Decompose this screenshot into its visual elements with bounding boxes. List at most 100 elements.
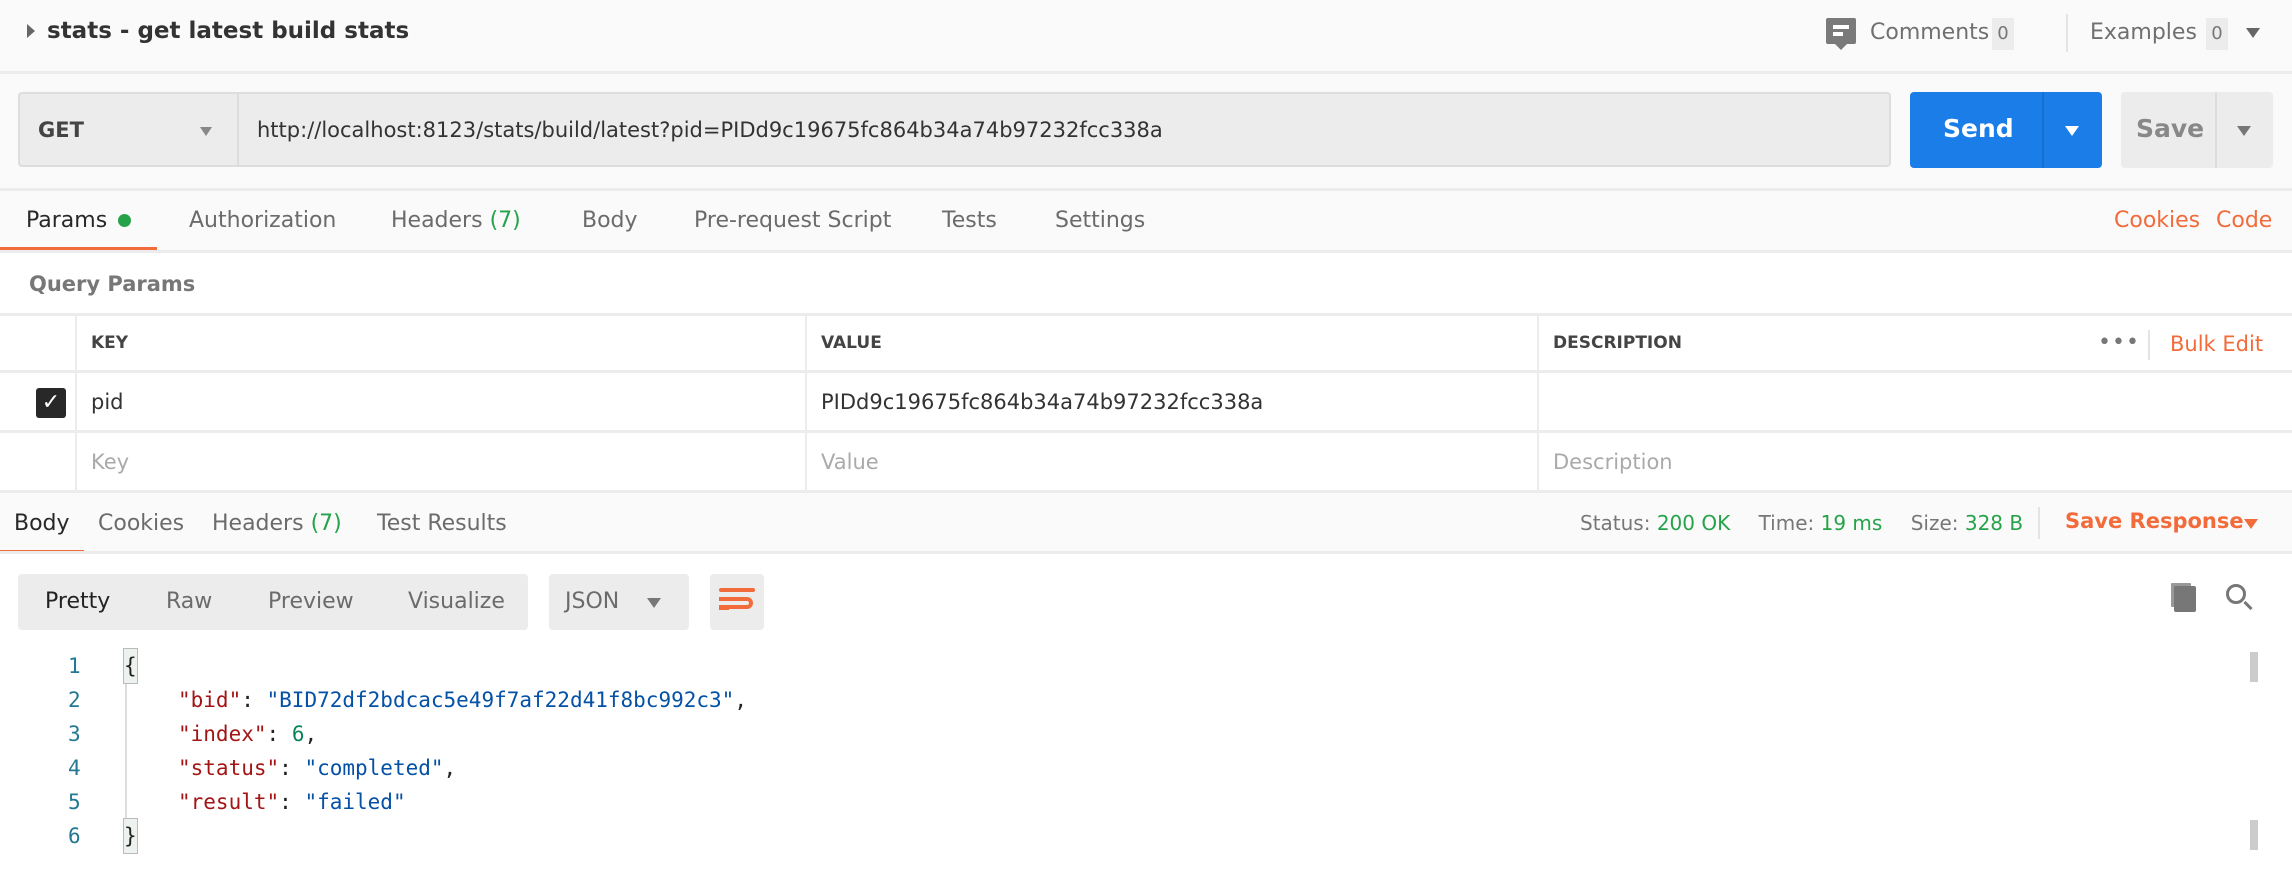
save-response-button[interactable]: Save Response — [2065, 509, 2244, 533]
wrap-lines-button[interactable] — [710, 574, 764, 630]
response-body: Pretty Raw Preview Visualize JSON 1 2 3 … — [0, 554, 2292, 886]
comments-count: 0 — [1992, 18, 2014, 50]
divider — [2042, 92, 2044, 168]
param-checkbox[interactable]: ✓ — [36, 388, 66, 418]
tab-body[interactable]: Body — [582, 190, 638, 252]
send-button[interactable]: Send — [1910, 92, 2102, 168]
save-button[interactable]: Save — [2121, 92, 2273, 168]
examples-count: 0 — [2206, 18, 2228, 50]
comments-button[interactable]: Comments — [1870, 20, 1989, 45]
tab-label: Body — [14, 511, 70, 536]
param-description[interactable] — [1537, 373, 2292, 430]
view-preview[interactable]: Preview — [268, 574, 354, 630]
request-tabs: Params Authorization Headers (7) Body Pr… — [0, 190, 2292, 252]
tab-settings[interactable]: Settings — [1055, 190, 1145, 252]
tab-response-headers[interactable]: Headers (7) — [212, 493, 342, 555]
code-line-index: "index": 6, — [178, 722, 318, 746]
code-line-bid: "bid": "BID72df2bdcac5e49f7af22d41f8bc99… — [178, 688, 747, 712]
line-number: 6 — [68, 824, 81, 848]
time-label: Time: — [1758, 511, 1815, 535]
divider — [2148, 330, 2150, 360]
tab-label: Headers — [391, 208, 483, 233]
tab-label: Params — [26, 208, 108, 233]
param-key[interactable]: pid — [91, 390, 124, 414]
column-key: KEY — [91, 333, 129, 353]
divider — [2038, 507, 2040, 539]
line-number: 5 — [68, 790, 81, 814]
query-params-title: Query Params — [29, 272, 196, 296]
method-select[interactable]: GET — [18, 92, 238, 167]
divider — [2066, 14, 2068, 52]
search-icon[interactable] — [2226, 584, 2246, 604]
params-active-dot — [118, 214, 132, 227]
save-dropdown-icon[interactable] — [2237, 126, 2251, 136]
table-row: ✓ pid PIDd9c19675fc864b34a74b97232fcc338… — [0, 373, 2292, 433]
column-description: DESCRIPTION — [1553, 333, 1682, 353]
examples-button[interactable]: Examples — [2090, 20, 2197, 45]
view-visualize[interactable]: Visualize — [408, 574, 505, 630]
query-params-section: Query Params — [0, 253, 2292, 315]
send-label: Send — [1943, 114, 2014, 143]
size-label: Size: — [1910, 511, 1959, 535]
code-link[interactable]: Code — [2216, 190, 2272, 252]
format-value: JSON — [565, 589, 620, 614]
search-icon-handle — [2243, 600, 2253, 611]
tab-tests[interactable]: Tests — [942, 190, 997, 252]
tab-response-cookies[interactable]: Cookies — [98, 493, 184, 555]
url-value: http://localhost:8123/stats/build/latest… — [257, 118, 1163, 142]
response-meta: Status: 200 OK Time: 19 ms Size: 328 B — [1580, 511, 2023, 535]
bulk-edit-link[interactable]: Bulk Edit — [2170, 332, 2263, 356]
time-value: 19 ms — [1820, 511, 1883, 535]
response-tabs: Body Cookies Headers (7) Test Results St… — [0, 493, 2292, 555]
format-select[interactable]: JSON — [549, 574, 689, 630]
line-number: 4 — [68, 756, 81, 780]
scrollbar-top[interactable] — [2250, 652, 2258, 682]
cookies-link[interactable]: Cookies — [2114, 190, 2200, 252]
param-value[interactable]: PIDd9c19675fc864b34a74b97232fcc338a — [821, 390, 1263, 414]
status-label: Status: — [1580, 511, 1651, 535]
scrollbar-bottom[interactable] — [2250, 820, 2258, 850]
wrap-icon — [719, 588, 755, 592]
code-editor[interactable]: 1 2 3 4 5 6 { "bid": "BID72df2bdcac5e49f… — [0, 648, 2240, 879]
close-brace: } — [123, 818, 138, 854]
request-title[interactable]: stats - get latest build stats — [47, 18, 409, 44]
comment-icon[interactable] — [1826, 18, 1856, 50]
status-value: 200 OK — [1656, 511, 1731, 535]
more-options-icon[interactable]: ••• — [2098, 330, 2140, 355]
column-value: VALUE — [821, 333, 882, 353]
headers-count: (7) — [310, 511, 342, 536]
size-value: 328 B — [1964, 511, 2024, 535]
value-input[interactable]: Value — [821, 450, 879, 474]
tab-response-body[interactable]: Body — [0, 493, 84, 555]
tab-headers[interactable]: Headers (7) — [391, 190, 521, 252]
line-number: 1 — [68, 654, 81, 678]
tab-label: Headers — [212, 511, 304, 536]
url-input[interactable]: http://localhost:8123/stats/build/latest… — [237, 92, 1891, 167]
key-input[interactable]: Key — [91, 450, 129, 474]
copy-icon[interactable] — [2174, 586, 2196, 612]
divider — [2215, 92, 2217, 168]
save-response-dropdown-icon[interactable] — [2244, 519, 2258, 529]
chevron-down-icon — [200, 127, 212, 136]
line-number: 2 — [68, 688, 81, 712]
table-row-empty: Key Value Description — [0, 433, 2292, 493]
view-raw[interactable]: Raw — [166, 574, 212, 630]
tab-authorization[interactable]: Authorization — [189, 190, 336, 252]
code-line-result: "result": "failed" — [178, 790, 406, 814]
expand-caret-icon[interactable] — [27, 24, 35, 38]
code-line-status: "status": "completed", — [178, 756, 457, 780]
tab-pre-request-script[interactable]: Pre-request Script — [694, 190, 891, 252]
examples-dropdown-icon[interactable] — [2246, 28, 2260, 38]
tab-test-results[interactable]: Test Results — [377, 493, 507, 555]
params-table-header: KEY VALUE DESCRIPTION ••• Bulk Edit — [0, 313, 2292, 373]
save-label: Save — [2136, 114, 2205, 143]
view-mode-group: Pretty Raw Preview Visualize — [18, 574, 528, 630]
line-number: 3 — [68, 722, 81, 746]
send-dropdown-icon[interactable] — [2065, 126, 2079, 136]
headers-count: (7) — [489, 208, 521, 233]
tab-params[interactable]: Params — [0, 190, 158, 252]
view-pretty[interactable]: Pretty — [45, 574, 110, 630]
title-bar: stats - get latest build stats Comments … — [0, 0, 2292, 73]
description-input[interactable]: Description — [1553, 450, 1673, 474]
chevron-down-icon — [647, 598, 661, 608]
